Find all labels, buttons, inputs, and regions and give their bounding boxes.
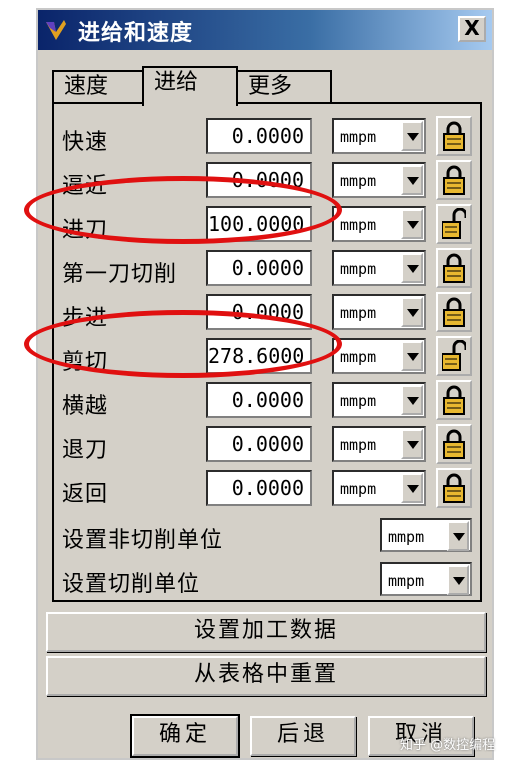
chevron-down-icon[interactable] <box>401 121 423 151</box>
feed-row-first-cut: 第一刀切削 0.0000 mmpm <box>54 248 480 290</box>
feed-value-input[interactable]: 0.0000 <box>206 426 312 462</box>
set-machining-data-button[interactable]: 设置加工数据 <box>46 612 486 652</box>
lock-button[interactable] <box>436 116 472 156</box>
unit-dropdown[interactable]: mmpm <box>332 294 426 330</box>
title-bar: 进给和速度 X <box>38 10 492 50</box>
lock-closed-icon <box>443 121 465 151</box>
unit-dropdown[interactable]: mmpm <box>332 250 426 286</box>
close-button[interactable]: X <box>458 16 486 42</box>
tab-speed[interactable]: 速度 <box>52 70 144 104</box>
feed-value-input[interactable]: 0.0000 <box>206 118 312 154</box>
feed-label: 快速 <box>62 130 109 155</box>
watermark: 知乎 @数控编程 <box>400 738 496 753</box>
lock-closed-icon <box>443 165 465 195</box>
tab-strip: 速度 进给 更多 <box>52 66 482 106</box>
feed-row-cut: 剪切 278.6000 mmpm <box>54 336 480 378</box>
feeds-and-speeds-dialog: 进给和速度 X 速度 进给 更多 快速 0.0000 mmpm 逼近 0.000… <box>36 8 494 760</box>
unit-dropdown[interactable]: mmpm <box>332 206 426 242</box>
cut-unit-dropdown[interactable]: mmpm <box>380 562 472 596</box>
lock-closed-icon <box>443 297 465 327</box>
lock-closed-icon <box>443 385 465 415</box>
cut-unit-label: 设置切削单位 <box>62 572 201 597</box>
non-cut-unit-label: 设置非切削单位 <box>62 528 224 553</box>
reset-from-table-button[interactable]: 从表格中重置 <box>46 656 486 696</box>
lock-button[interactable] <box>436 292 472 332</box>
unit-value: mmpm <box>340 348 377 366</box>
feed-label: 横越 <box>62 394 109 419</box>
chevron-down-icon[interactable] <box>401 253 423 283</box>
lock-button[interactable] <box>436 468 472 508</box>
lock-button[interactable] <box>436 424 472 464</box>
unit-dropdown[interactable]: mmpm <box>332 426 426 462</box>
window-title: 进给和速度 <box>78 21 194 46</box>
lock-closed-icon <box>443 473 465 503</box>
chevron-down-icon[interactable] <box>447 521 469 551</box>
feed-row-rapid: 快速 0.0000 mmpm <box>54 116 480 158</box>
lock-button[interactable] <box>436 248 472 288</box>
tab-more[interactable]: 更多 <box>236 70 332 104</box>
feed-panel: 快速 0.0000 mmpm 逼近 0.0000 mmpm 进刀 100.000… <box>52 102 482 602</box>
feed-row-engage: 进刀 100.0000 mmpm <box>54 204 480 246</box>
chevron-down-icon[interactable] <box>401 209 423 239</box>
unit-value: mmpm <box>340 172 377 190</box>
non-cut-unit-row: 设置非切削单位 mmpm <box>54 518 480 554</box>
unit-value: mmpm <box>340 304 377 322</box>
ok-button[interactable]: 确定 <box>130 714 240 758</box>
feed-row-return: 返回 0.0000 mmpm <box>54 468 480 510</box>
tab-feed[interactable]: 进给 <box>142 66 238 106</box>
unit-value: mmpm <box>340 216 377 234</box>
app-icon <box>46 20 66 40</box>
feed-row-retract: 退刀 0.0000 mmpm <box>54 424 480 466</box>
feed-label: 返回 <box>62 482 109 507</box>
feed-row-approach: 逼近 0.0000 mmpm <box>54 160 480 202</box>
feed-label: 退刀 <box>62 438 109 463</box>
lock-closed-icon <box>443 429 465 459</box>
feed-row-stepover: 步进 0.0000 mmpm <box>54 292 480 334</box>
unit-dropdown[interactable]: mmpm <box>332 162 426 198</box>
chevron-down-icon[interactable] <box>401 385 423 415</box>
feed-value-input[interactable]: 0.0000 <box>206 162 312 198</box>
unit-dropdown[interactable]: mmpm <box>332 470 426 506</box>
feed-label: 第一刀切削 <box>62 262 178 287</box>
lock-button[interactable] <box>436 160 472 200</box>
feed-label: 步进 <box>62 306 109 331</box>
lock-button[interactable] <box>436 380 472 420</box>
unit-dropdown[interactable]: mmpm <box>332 118 426 154</box>
chevron-down-icon[interactable] <box>447 565 469 595</box>
chevron-down-icon[interactable] <box>401 341 423 371</box>
lock-button[interactable] <box>436 204 472 244</box>
unit-dropdown[interactable]: mmpm <box>332 338 426 374</box>
lock-closed-icon <box>443 253 465 283</box>
feed-label: 剪切 <box>62 350 109 375</box>
chevron-down-icon[interactable] <box>401 165 423 195</box>
feed-value-input[interactable]: 0.0000 <box>206 470 312 506</box>
chevron-down-icon[interactable] <box>401 473 423 503</box>
lock-button[interactable] <box>436 336 472 376</box>
feed-row-traversal: 横越 0.0000 mmpm <box>54 380 480 422</box>
feed-value-input[interactable]: 0.0000 <box>206 294 312 330</box>
lock-open-icon <box>442 340 466 371</box>
unit-value: mmpm <box>340 260 377 278</box>
feed-label: 进刀 <box>62 218 109 243</box>
chevron-down-icon[interactable] <box>401 429 423 459</box>
non-cut-unit-dropdown[interactable]: mmpm <box>380 518 472 552</box>
unit-value: mmpm <box>388 572 425 590</box>
feed-value-input[interactable]: 0.0000 <box>206 382 312 418</box>
cut-unit-row: 设置切削单位 mmpm <box>54 562 480 598</box>
feed-value-input[interactable]: 278.6000 <box>206 338 312 374</box>
lock-open-icon <box>442 208 466 239</box>
unit-value: mmpm <box>340 436 377 454</box>
chevron-down-icon[interactable] <box>401 297 423 327</box>
unit-value: mmpm <box>340 128 377 146</box>
unit-dropdown[interactable]: mmpm <box>332 382 426 418</box>
unit-value: mmpm <box>340 392 377 410</box>
feed-value-input[interactable]: 100.0000 <box>206 206 312 242</box>
unit-value: mmpm <box>340 480 377 498</box>
unit-value: mmpm <box>388 528 425 546</box>
back-button[interactable]: 后退 <box>250 716 356 756</box>
feed-value-input[interactable]: 0.0000 <box>206 250 312 286</box>
feed-label: 逼近 <box>62 174 109 199</box>
